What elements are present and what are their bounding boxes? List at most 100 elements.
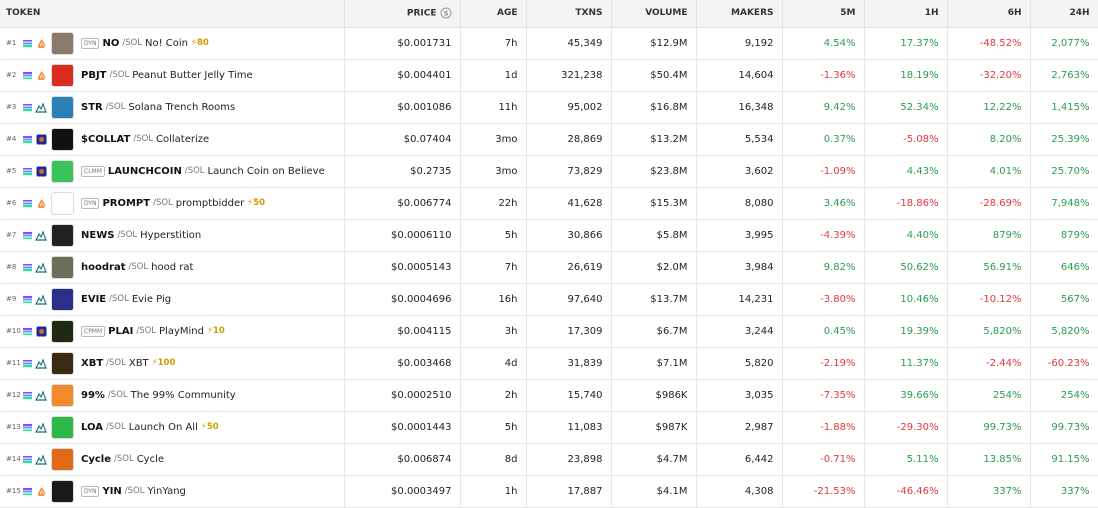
col-header-txns[interactable]: TXNS: [526, 0, 612, 28]
token-symbol: LOA: [81, 421, 103, 433]
quote-pair: /SOL: [106, 422, 126, 432]
token-avatar: [51, 63, 74, 87]
table-row[interactable]: #2 PBJT/SOL Peanut Butter Jelly Time $0.004…: [0, 59, 1098, 92]
txns-cell: 17,887: [526, 475, 612, 508]
table-row[interactable]: #12 99%/SOL The 99% Community $0.0002510 2h 1…: [0, 379, 1098, 412]
table-row[interactable]: #14 Cycle/SOL Cycle $0.006874 8d 23,898 $4.7M 6…: [0, 443, 1098, 476]
token-symbol: PROMPT: [102, 197, 151, 209]
price-cell: $0.0001443: [344, 411, 461, 444]
solana-chain-icon: [23, 231, 32, 239]
boost-badge: ⚡50: [247, 198, 266, 208]
quote-pair: /SOL: [114, 454, 134, 464]
token-name: Launch On All: [128, 421, 198, 433]
h24-cell: 567%: [1030, 283, 1098, 316]
token-cell[interactable]: #15 DYN YIN/SOL YinYang: [0, 475, 345, 508]
table-row[interactable]: #15 DYN YIN/SOL YinYang $0.0003497 1h 17,887 $4…: [0, 475, 1098, 508]
m5-cell: 9.82%: [782, 251, 865, 284]
boost-badge: ⚡100: [151, 358, 176, 368]
h1-cell: -46.46%: [864, 475, 948, 508]
token-symbol: PLAI: [108, 325, 134, 337]
txns-cell: 73,829: [526, 155, 612, 188]
col-header-5m[interactable]: 5M: [782, 0, 865, 28]
boost-badge: ⚡80: [191, 38, 209, 48]
h1-cell: 50.62%: [864, 251, 948, 284]
fire-icon: [35, 197, 47, 209]
table-row[interactable]: #10 CPMM PLAI/SOL PlayMind ⚡10 $0.004115 3h 17,…: [0, 315, 1098, 348]
makers-cell: 3,995: [696, 219, 783, 252]
solana-chain-icon: [23, 487, 32, 495]
table-row[interactable]: #11 XBT/SOL XBT ⚡100 $0.003468 4d 31,839 $7.1M 5…: [0, 347, 1098, 380]
token-symbol: Cycle: [81, 453, 111, 465]
table-row[interactable]: #3 STR/SOL Solana Trench Rooms $0.001086 11h…: [0, 91, 1098, 124]
quote-pair: /SOL: [124, 486, 145, 496]
token-cell[interactable]: #12 99%/SOL The 99% Community: [0, 379, 345, 412]
age-cell: 16h: [460, 283, 527, 316]
col-header-volume[interactable]: VOLUME: [611, 0, 697, 28]
rank-label: #4: [6, 135, 17, 143]
token-symbol: PBJT: [81, 69, 107, 81]
raydium-icon: [35, 453, 47, 465]
h1-cell: 39.66%: [864, 379, 948, 412]
makers-cell: 4,308: [696, 475, 783, 508]
age-cell: 1d: [460, 59, 527, 92]
col-header-age[interactable]: AGE: [460, 0, 527, 28]
solana-chain-icon: [23, 199, 32, 207]
table-row[interactable]: #6 DYN PROMPT/SOL promptbidder ⚡50 $0.006774 2…: [0, 187, 1098, 220]
h24-cell: 25.39%: [1030, 123, 1098, 156]
token-cell[interactable]: #10 CPMM PLAI/SOL PlayMind ⚡10: [0, 315, 345, 348]
age-cell: 5h: [460, 219, 527, 252]
token-cell[interactable]: #11 XBT/SOL XBT ⚡100: [0, 347, 345, 380]
m5-cell: -7.35%: [782, 379, 865, 412]
token-cell[interactable]: #1 DYN NO/SOL No! Coin ⚡80: [0, 27, 345, 60]
m5-cell: 0.45%: [782, 315, 865, 348]
col-header-price-label: PRICE: [406, 8, 437, 19]
col-header-price[interactable]: PRICE $: [344, 0, 461, 28]
rank-label: #7: [6, 231, 17, 239]
token-symbol: NO: [102, 37, 120, 49]
col-header-24h[interactable]: 24H: [1030, 0, 1098, 28]
h24-cell: 91.15%: [1030, 443, 1098, 476]
h24-cell: 7,948%: [1030, 187, 1098, 220]
table-row[interactable]: #1 DYN NO/SOL No! Coin ⚡80 $0.001731 7h 45,349 $…: [0, 27, 1098, 60]
token-cell[interactable]: #4 $COLLAT/SOL Collaterize: [0, 123, 345, 156]
raydium-icon: [35, 293, 47, 305]
token-cell[interactable]: #14 Cycle/SOL Cycle: [0, 443, 345, 476]
token-cell[interactable]: #3 STR/SOL Solana Trench Rooms: [0, 91, 345, 124]
price-cell: $0.006774: [344, 187, 461, 220]
h24-cell: 99.73%: [1030, 411, 1098, 444]
token-cell[interactable]: #5 CLMM LAUNCHCOIN/SOL Launch Coin on Belie…: [0, 155, 345, 188]
makers-cell: 5,534: [696, 123, 783, 156]
table-row[interactable]: #9 EVIE/SOL Evie Pig $0.0004696 16h 97,640 $13…: [0, 283, 1098, 316]
table-row[interactable]: #5 CLMM LAUNCHCOIN/SOL Launch Coin on Belie…: [0, 155, 1098, 188]
col-header-6h[interactable]: 6H: [947, 0, 1031, 28]
h6-cell: 12.22%: [947, 91, 1031, 124]
price-cell: $0.006874: [344, 443, 461, 476]
currency-toggle-icon[interactable]: $: [440, 7, 452, 19]
meteora-icon: [35, 133, 47, 145]
h24-cell: 254%: [1030, 379, 1098, 412]
token-cell[interactable]: #6 DYN PROMPT/SOL promptbidder ⚡50: [0, 187, 345, 220]
price-cell: $0.0004696: [344, 283, 461, 316]
table-row[interactable]: #13 LOA/SOL Launch On All ⚡50 $0.0001443 5h 11…: [0, 411, 1098, 444]
h6-cell: 56.91%: [947, 251, 1031, 284]
token-cell[interactable]: #2 PBJT/SOL Peanut Butter Jelly Time: [0, 59, 345, 92]
fire-icon: [35, 69, 47, 81]
token-cell[interactable]: #7 NEWS/SOL Hyperstition: [0, 219, 345, 252]
table-row[interactable]: #8 hoodrat/SOL hood rat $0.0005143 7h 26,619 $…: [0, 251, 1098, 284]
token-avatar: [51, 447, 74, 471]
col-header-token[interactable]: TOKEN: [0, 0, 345, 28]
txns-cell: 15,740: [526, 379, 612, 412]
h1-cell: 4.40%: [864, 219, 948, 252]
volume-cell: $13.7M: [611, 283, 697, 316]
token-cell[interactable]: #13 LOA/SOL Launch On All ⚡50: [0, 411, 345, 444]
token-cell[interactable]: #8 hoodrat/SOL hood rat: [0, 251, 345, 284]
col-header-1h[interactable]: 1H: [864, 0, 948, 28]
col-header-makers[interactable]: MAKERS: [696, 0, 783, 28]
table-row[interactable]: #7 NEWS/SOL Hyperstition $0.0006110 5h 30,866…: [0, 219, 1098, 252]
h1-cell: -29.30%: [864, 411, 948, 444]
token-cell[interactable]: #9 EVIE/SOL Evie Pig: [0, 283, 345, 316]
h6-cell: 99.73%: [947, 411, 1031, 444]
age-cell: 7h: [460, 27, 527, 60]
table-row[interactable]: #4 $COLLAT/SOL Collaterize $0.07404 3mo 28,86…: [0, 123, 1098, 156]
h1-cell: -5.08%: [864, 123, 948, 156]
